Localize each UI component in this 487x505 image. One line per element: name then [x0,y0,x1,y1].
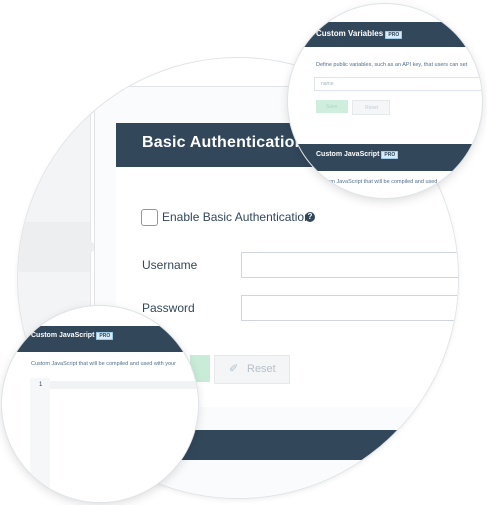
variables-save-button[interactable]: Save [316,100,348,113]
pencil-icon: ✐ [229,363,239,375]
pro-badge: PRO [381,151,399,159]
custom-js-title: Custom JavaScript PRO [316,151,399,159]
password-input[interactable] [241,295,458,321]
pro-badge: PRO [385,31,403,39]
custom-variables-zoom-circle: Custom Variables PRO Define public varia… [288,4,482,198]
editor-line-number: 1 [39,382,43,388]
reset-button-label: Reset [247,363,276,375]
enable-basic-auth-checkbox[interactable] [141,209,158,226]
custom-js-description: Custom JavaScript that will be compiled … [31,361,176,367]
variable-name-placeholder: name [321,81,334,87]
custom-js-zoom-circle: Custom JavaScript PRO Custom JavaScript … [2,306,198,502]
variables-reset-button[interactable]: Reset [352,100,390,115]
help-icon[interactable]: ? [305,212,315,222]
custom-variables-title: Custom Variables PRO [316,29,403,39]
code-editor[interactable] [30,378,198,502]
custom-js-title-text: Custom JavaScript [31,332,95,339]
editor-gutter [30,378,50,502]
variables-save-label: Save [326,104,338,110]
variables-reset-label: Reset [365,105,379,111]
variable-name-input[interactable]: name [314,77,482,91]
pro-badge: PRO [96,332,114,340]
custom-variables-description: Define public variables, such as an API … [316,62,468,68]
enable-basic-auth-label: Enable Basic Authentication [162,210,311,224]
username-input[interactable] [241,252,458,278]
password-label: Password [142,301,195,315]
custom-js-title: Custom JavaScript PRO [31,332,114,340]
reset-button[interactable]: ✐ Reset [214,355,290,384]
editor-active-line[interactable] [50,381,198,389]
custom-js-title-text: Custom JavaScript [316,151,380,158]
custom-js-description: Custom JavaScript that will be compiled … [316,179,438,185]
custom-variables-title-text: Custom Variables [316,29,384,38]
username-label: Username [142,258,198,272]
sidebar-item-active[interactable] [18,222,90,272]
basic-auth-title: Basic Authentication [142,134,305,151]
